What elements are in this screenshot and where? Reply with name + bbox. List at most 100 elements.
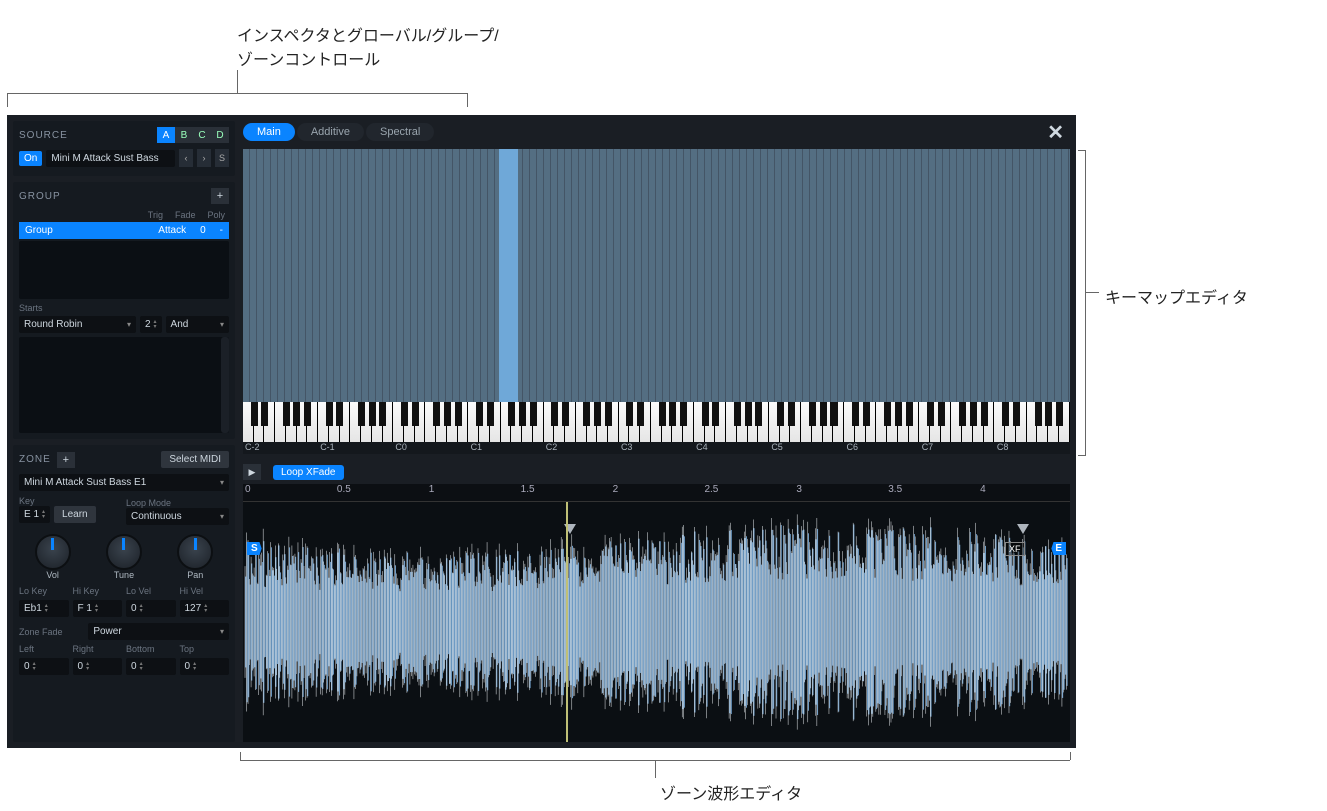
white-key[interactable]	[758, 402, 769, 442]
white-key[interactable]	[361, 402, 372, 442]
white-key[interactable]	[587, 402, 598, 442]
white-key[interactable]	[694, 402, 705, 442]
white-key[interactable]	[726, 402, 737, 442]
white-key[interactable]	[973, 402, 984, 442]
add-group-button[interactable]: +	[211, 188, 229, 204]
white-key[interactable]	[307, 402, 318, 442]
key-value-field[interactable]: E 1▴▾	[19, 506, 50, 523]
white-key[interactable]	[715, 402, 726, 442]
white-key[interactable]	[447, 402, 458, 442]
white-key[interactable]	[930, 402, 941, 442]
source-tab-a[interactable]: A	[157, 127, 175, 143]
loop-mode-select[interactable]: Continuous▾	[126, 508, 229, 525]
white-key[interactable]	[522, 402, 533, 442]
pan-knob[interactable]	[177, 534, 213, 570]
white-key[interactable]	[1037, 402, 1048, 442]
start-count-field[interactable]: 2▴▾	[140, 316, 162, 333]
preset-next-button[interactable]: ›	[197, 149, 211, 167]
end-marker[interactable]: E	[1051, 542, 1066, 555]
add-zone-button[interactable]: +	[57, 452, 75, 468]
source-on-toggle[interactable]: On	[19, 151, 42, 166]
time-ruler[interactable]: 00.511.522.533.54	[243, 484, 1070, 502]
white-key[interactable]	[909, 402, 920, 442]
source-preset-name[interactable]: Mini M Attack Sust Bass	[46, 150, 175, 167]
lovel-field[interactable]: 0▴▾	[126, 600, 176, 617]
white-key[interactable]	[554, 402, 565, 442]
fade-bottom-field[interactable]: 0▴▾	[126, 658, 176, 675]
fade-top-field[interactable]: 0▴▾	[180, 658, 230, 675]
white-key[interactable]	[501, 402, 512, 442]
source-tab-c[interactable]: C	[193, 127, 211, 143]
tab-additive[interactable]: Additive	[297, 123, 364, 141]
white-key[interactable]	[994, 402, 1005, 442]
close-button[interactable]: ✕	[1047, 120, 1064, 145]
white-key[interactable]	[941, 402, 952, 442]
white-key[interactable]	[855, 402, 866, 442]
starts-scrollbar[interactable]	[221, 337, 229, 433]
start-marker[interactable]: S	[247, 542, 262, 555]
fade-right-field[interactable]: 0▴▾	[73, 658, 123, 675]
keymap-editor[interactable]: C-2C-1C0C1C2C3C4C5C6C7C8	[243, 149, 1070, 454]
source-tab-d[interactable]: D	[211, 127, 229, 143]
loop-start-marker[interactable]	[566, 502, 568, 742]
lokey-field[interactable]: Eb1▴▾	[19, 600, 69, 617]
tune-knob[interactable]	[106, 534, 142, 570]
white-key[interactable]	[436, 402, 447, 442]
white-key[interactable]	[297, 402, 308, 442]
white-key[interactable]	[790, 402, 801, 442]
source-tab-b[interactable]: B	[175, 127, 193, 143]
white-key[interactable]	[576, 402, 587, 442]
white-key[interactable]	[565, 402, 576, 442]
hivel-field[interactable]: 127▴▾	[180, 600, 230, 617]
learn-button[interactable]: Learn	[54, 506, 96, 523]
source-solo-button[interactable]: S	[215, 149, 229, 167]
select-midi-button[interactable]: Select MIDI	[161, 451, 229, 468]
white-key[interactable]	[511, 402, 522, 442]
white-key[interactable]	[479, 402, 490, 442]
start-mode-select[interactable]: Round Robin▾	[19, 316, 136, 333]
white-key[interactable]	[264, 402, 275, 442]
white-key[interactable]	[468, 402, 479, 442]
white-key[interactable]	[672, 402, 683, 442]
white-key[interactable]	[866, 402, 877, 442]
white-key[interactable]	[1005, 402, 1016, 442]
white-key[interactable]	[962, 402, 973, 442]
start-logic-select[interactable]: And▾	[166, 316, 229, 333]
white-key[interactable]	[533, 402, 544, 442]
fade-left-field[interactable]: 0▴▾	[19, 658, 69, 675]
zone-map-area[interactable]	[243, 149, 1070, 402]
white-key[interactable]	[318, 402, 329, 442]
white-key[interactable]	[662, 402, 673, 442]
white-key[interactable]	[898, 402, 909, 442]
white-key[interactable]	[1016, 402, 1027, 442]
white-key[interactable]	[458, 402, 469, 442]
loop-xfade-button[interactable]: Loop XFade	[273, 465, 344, 480]
hikey-field[interactable]: F 1▴▾	[73, 600, 123, 617]
white-key[interactable]	[383, 402, 394, 442]
preset-prev-button[interactable]: ‹	[179, 149, 193, 167]
white-key[interactable]	[340, 402, 351, 442]
white-key[interactable]	[1059, 402, 1070, 442]
white-key[interactable]	[275, 402, 286, 442]
vol-knob[interactable]	[35, 534, 71, 570]
white-key[interactable]	[737, 402, 748, 442]
tab-spectral[interactable]: Spectral	[366, 123, 434, 141]
white-key[interactable]	[254, 402, 265, 442]
white-key[interactable]	[984, 402, 995, 442]
white-key[interactable]	[683, 402, 694, 442]
white-key[interactable]	[823, 402, 834, 442]
white-key[interactable]	[887, 402, 898, 442]
white-key[interactable]	[919, 402, 930, 442]
white-key[interactable]	[748, 402, 759, 442]
white-key[interactable]	[769, 402, 780, 442]
white-key[interactable]	[544, 402, 555, 442]
zone-fade-select[interactable]: Power▾	[88, 623, 229, 640]
tab-main[interactable]: Main	[243, 123, 295, 141]
xfade-marker[interactable]: XF	[1005, 542, 1025, 556]
white-key[interactable]	[651, 402, 662, 442]
white-key[interactable]	[425, 402, 436, 442]
white-key[interactable]	[597, 402, 608, 442]
white-key[interactable]	[619, 402, 630, 442]
white-key[interactable]	[415, 402, 426, 442]
group-row[interactable]: Group Attack 0 -	[19, 222, 229, 239]
